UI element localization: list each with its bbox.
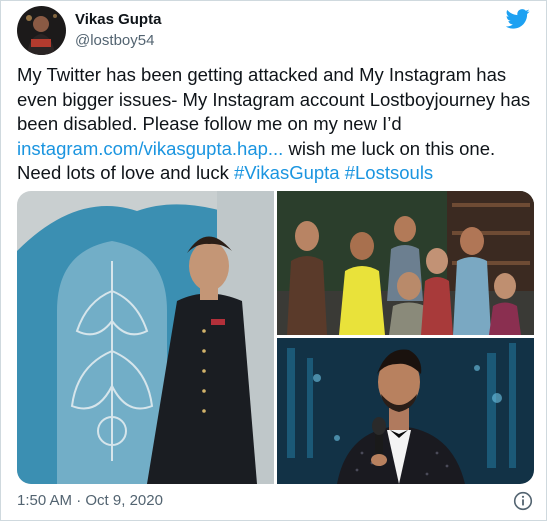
avatar[interactable] xyxy=(17,6,66,55)
photo-tuxedo-man[interactable] xyxy=(277,338,534,484)
tweet-body-text: My Twitter has been getting attacked and… xyxy=(17,64,531,134)
instagram-link[interactable]: instagram.com/vikasgupta.hap... xyxy=(17,138,283,159)
tweet-time[interactable]: 1:50 AM xyxy=(17,492,72,509)
twitter-bird-icon[interactable] xyxy=(506,9,530,29)
author-display-name[interactable]: Vikas Gupta xyxy=(75,11,161,28)
media-grid xyxy=(17,191,534,484)
info-icon[interactable] xyxy=(513,491,533,511)
hashtag-lostsouls[interactable]: #Lostsouls xyxy=(345,162,433,183)
author-handle[interactable]: @lostboy54 xyxy=(75,32,154,49)
timestamp-separator: · xyxy=(72,492,86,509)
photo-group-cast[interactable] xyxy=(277,191,534,335)
tweet-text: My Twitter has been getting attacked and… xyxy=(17,63,537,186)
tweet-timestamp[interactable]: 1:50 AM · Oct 9, 2020 xyxy=(17,492,163,509)
photo-portrait-black-sherwani[interactable] xyxy=(17,191,274,484)
tweet-date[interactable]: Oct 9, 2020 xyxy=(85,492,163,509)
hashtag-vikasgupta[interactable]: #VikasGupta xyxy=(234,162,340,183)
tweet-card: Vikas Gupta @lostboy54 My Twitter has be… xyxy=(0,0,547,521)
